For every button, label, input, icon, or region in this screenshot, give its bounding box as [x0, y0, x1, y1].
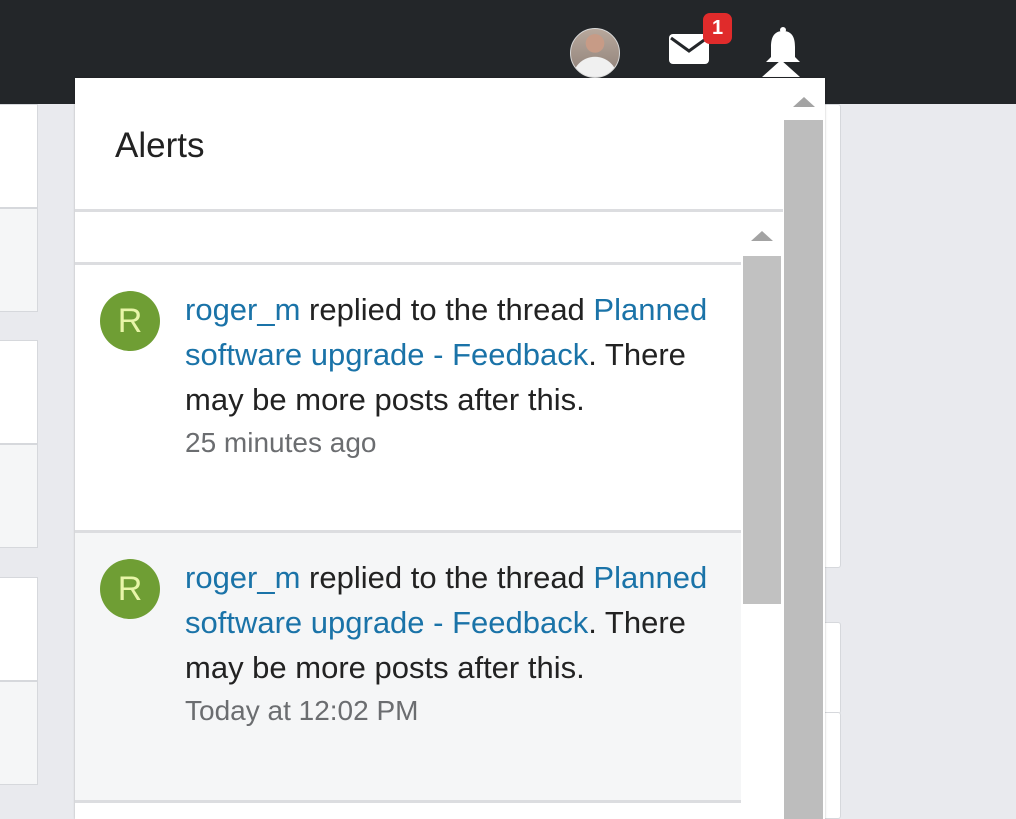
background-panel — [0, 681, 38, 785]
popup-header: Alerts — [75, 78, 783, 212]
background-panel — [824, 104, 841, 568]
unread-messages-badge: 1 — [703, 13, 732, 44]
popup-caret — [762, 60, 800, 77]
alert-item[interactable]: R roger_m replied to the thread Planned … — [75, 533, 741, 803]
scroll-up-arrow-icon[interactable] — [793, 97, 815, 107]
alert-text: roger_m replied to the thread Planned so… — [185, 287, 725, 464]
background-panel — [0, 577, 38, 681]
avatar[interactable]: R — [100, 559, 160, 619]
popup-title: Alerts — [115, 126, 205, 165]
user-link[interactable]: roger_m — [185, 560, 300, 595]
scrollbar-thumb[interactable] — [743, 256, 781, 604]
alerts-popup: Alerts R roger_m replied to the thread P… — [75, 78, 825, 819]
user-avatar[interactable] — [570, 28, 620, 78]
alert-action: replied to the thread — [300, 560, 594, 595]
alert-item[interactable]: R roger_m replied to the thread Planned … — [75, 265, 741, 533]
background-panel — [0, 208, 38, 312]
background-panel — [824, 712, 841, 819]
alerts-list: R roger_m replied to the thread Planned … — [75, 212, 783, 819]
alerts-list-scrollbar[interactable] — [741, 212, 783, 819]
background-panel — [0, 444, 38, 548]
alert-text: roger_m replied to the thread Planned so… — [185, 555, 725, 732]
alert-action: replied to the thread — [300, 292, 594, 327]
scrollbar-track[interactable] — [784, 120, 823, 819]
scroll-up-arrow-icon[interactable] — [751, 231, 773, 241]
background-panel — [0, 104, 38, 208]
background-panel — [0, 340, 38, 444]
user-link[interactable]: roger_m — [185, 292, 300, 327]
popup-scrollbar[interactable] — [783, 78, 825, 819]
alert-timestamp: 25 minutes ago — [185, 427, 377, 458]
background-panel — [824, 622, 841, 714]
alert-timestamp: Today at 12:02 PM — [185, 695, 419, 726]
avatar[interactable]: R — [100, 291, 160, 351]
list-spacer — [75, 212, 741, 265]
